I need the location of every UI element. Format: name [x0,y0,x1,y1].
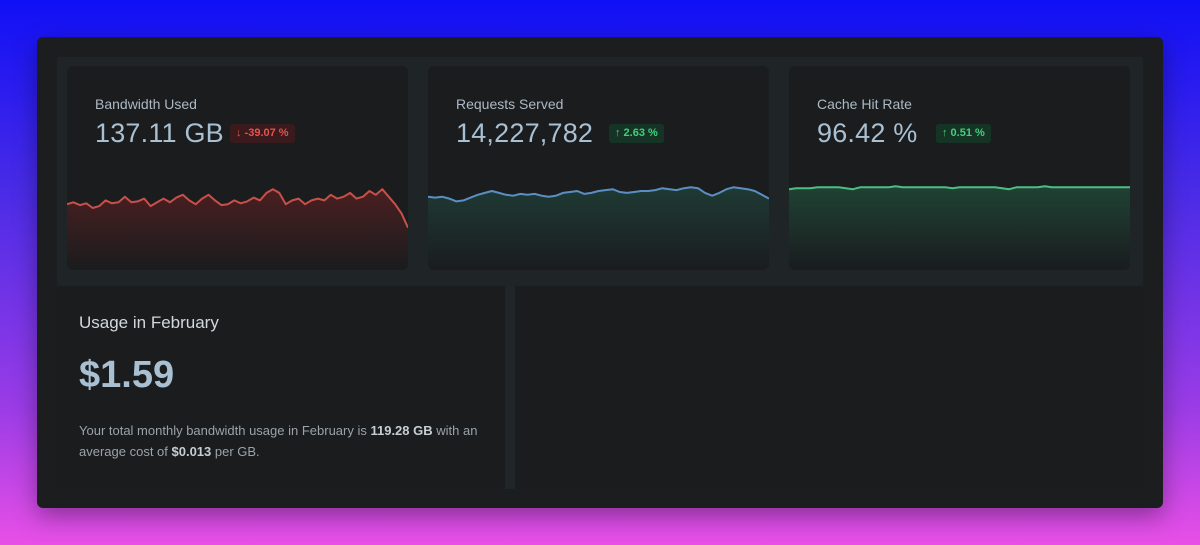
usage-title: Usage in February [79,313,219,332]
card-requests-served[interactable]: Requests Served 14,227,782 ↑ 2.63 % [428,66,769,270]
card-label: Cache Hit Rate [817,96,912,112]
empty-panel [515,286,1143,489]
card-label: Bandwidth Used [95,96,197,112]
desc-cost: $0.013 [171,444,212,459]
sparkline-cache [789,185,1130,270]
panel-divider [505,286,515,489]
trend-badge-up: ↑ 0.51 % [936,124,991,143]
dashboard-window: Bandwidth Used 137.11 GB ↓ -39.07 % Requ… [37,37,1163,508]
usage-panel: Usage in February $1.59 Your total month… [57,286,505,489]
sparkline-area [789,186,1130,270]
desc-prefix: Your total monthly bandwidth usage in Fe… [79,423,371,438]
sparkline-requests [428,186,769,270]
trend-badge-down: ↓ -39.07 % [230,124,295,143]
card-value: 137.11 GB [95,118,224,148]
card-value: 96.42 % [817,118,918,148]
card-cache-hit-rate[interactable]: Cache Hit Rate 96.42 % ↑ 0.51 % [789,66,1130,270]
sparkline-area [428,187,769,270]
usage-amount: $1.59 [79,354,175,396]
card-value: 14,227,782 [456,118,594,148]
desc-suffix: per GB. [211,444,260,459]
usage-description: Your total monthly bandwidth usage in Fe… [79,420,489,462]
desc-gb: 119.28 GB [370,423,433,438]
card-label: Requests Served [456,96,564,112]
sparkline-bandwidth [67,188,408,270]
trend-badge-up: ↑ 2.63 % [609,124,664,143]
card-bandwidth-used[interactable]: Bandwidth Used 137.11 GB ↓ -39.07 % [67,66,408,270]
